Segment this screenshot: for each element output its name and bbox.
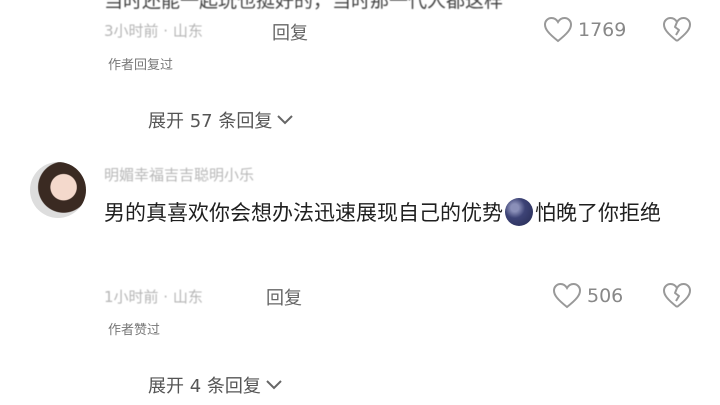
dislike-button[interactable] [663, 17, 691, 43]
broken-heart-icon [663, 283, 691, 309]
comment-time-location: 3小时前 · 山东 [104, 22, 203, 40]
dark-ball-emoji-icon [505, 198, 533, 226]
chevron-down-icon [276, 114, 294, 126]
like-count: 506 [587, 285, 624, 307]
like-count: 1769 [578, 19, 627, 41]
avatar[interactable] [30, 162, 86, 218]
expand-replies-button[interactable]: 展开 57 条回复 [148, 107, 294, 133]
like-button[interactable]: 506 [553, 283, 623, 309]
comment-text-part2: 怕晚了你拒绝 [535, 201, 661, 225]
expand-replies-label: 展开 57 条回复 [148, 111, 273, 132]
expand-replies-label: 展开 4 条回复 [148, 376, 261, 397]
heart-outline-icon [544, 17, 572, 43]
expand-replies-button[interactable]: 展开 4 条回复 [148, 372, 283, 398]
username[interactable]: 明媚幸福吉吉聪明小乐 [104, 164, 254, 185]
reply-button[interactable]: 回复 [272, 19, 308, 45]
heart-outline-icon [553, 283, 581, 309]
reply-button[interactable]: 回复 [266, 284, 302, 310]
comment-meta: 3小时前 · 山东 [104, 20, 203, 41]
dislike-button[interactable] [663, 283, 691, 309]
chevron-down-icon [265, 379, 283, 391]
broken-heart-icon [663, 17, 691, 43]
comment-text-part1: 男的真喜欢你会想办法迅速展现自己的优势 [104, 201, 503, 225]
comment-time-location: 1小时前 · 山东 [104, 288, 203, 306]
comment-text-partial: 当时还能一起玩也挺好的，当时那一代人都这样 [104, 0, 504, 12]
comment-text: 男的真喜欢你会想办法迅速展现自己的优势 怕晚了你拒绝 [104, 195, 664, 231]
author-replied-note: 作者回复过 [108, 58, 174, 73]
comment-meta: 1小时前 · 山东 [104, 286, 203, 307]
author-liked-note: 作者赞过 [108, 323, 161, 338]
like-button[interactable]: 1769 [544, 17, 626, 43]
